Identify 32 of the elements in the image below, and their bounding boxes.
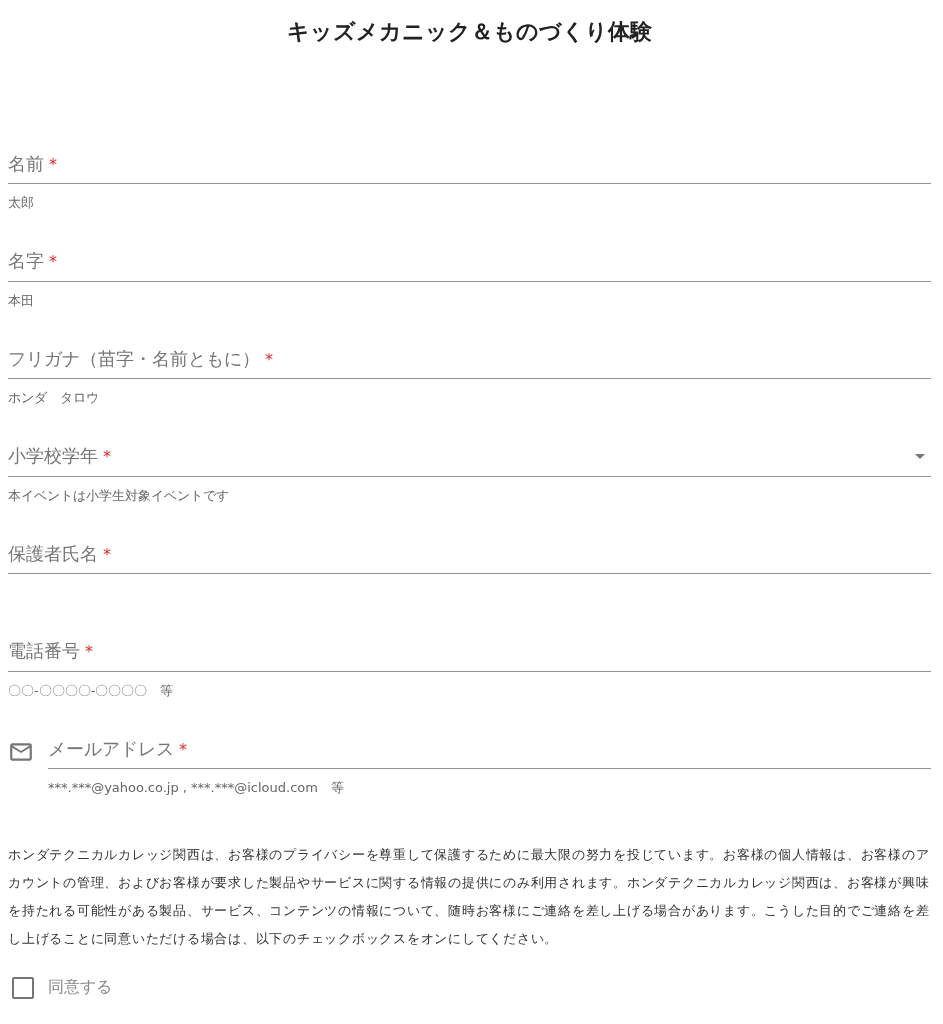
field-label: 名前 xyxy=(8,152,44,174)
field-label: メールアドレス xyxy=(48,737,174,759)
field-hint: 太郎 xyxy=(8,195,34,210)
required-mark: * xyxy=(85,642,93,661)
field-hint: 本田 xyxy=(8,292,34,308)
field-hint: 〇〇-〇〇〇〇-〇〇〇〇 等 xyxy=(8,682,174,698)
consent-label: 同意する xyxy=(48,977,112,998)
required-mark: * xyxy=(49,252,57,271)
input-field[interactable]: 小学校学年 * xyxy=(8,436,931,477)
required-mark: * xyxy=(49,154,57,174)
input-field[interactable]: 電話番号 * xyxy=(8,631,931,672)
input-field[interactable]: メールアドレス * xyxy=(48,729,931,769)
input-field[interactable]: 名字 * xyxy=(8,241,931,282)
required-mark: * xyxy=(103,447,111,466)
form-title: キッズメカニック＆ものづくり体験 xyxy=(286,18,653,46)
input-field[interactable]: フリガナ（苗字・名前ともに） * xyxy=(8,339,931,379)
field-label: 保護者氏名 xyxy=(8,542,98,564)
required-mark: * xyxy=(265,349,273,369)
field-hint: ホンダ タロウ xyxy=(8,390,99,405)
field-label: フリガナ（苗字・名前ともに） xyxy=(8,347,260,369)
consent-checkbox[interactable] xyxy=(12,976,34,999)
privacy-notice: ホンダテクニカルカレッジ関西は、お客様のプライバシーを尊重して保護するために最大限の努力を投じています。お客様の個人情報は、お客様のアカウントの管理、およびお客様が要求した製品やサービスに関する情報の提供にのみ利用されます。ホンダテクニカルカレッジ関西は、お客様が興味を持たれる可能性がある製品、サービス、コンテンツの情報について、随時お客様にご連絡を差し上げる場合があります。こうした目的でご連絡を差し上げることに同意いただける場合は、以下のチェックボックスをオンにしてください。 xyxy=(8,845,931,948)
required-mark: * xyxy=(179,739,187,759)
field-label: 小学校学年 xyxy=(8,445,98,466)
dropdown-icon xyxy=(915,453,925,459)
field-hint: ***.***@yahoo.co.jp , ***.***@icloud.com 等 xyxy=(48,780,344,795)
field-hint: 本イベントは小学生対象イベントです xyxy=(8,487,229,503)
required-mark: * xyxy=(103,544,111,564)
field-label: 電話番号 xyxy=(8,640,80,661)
input-field[interactable]: 保護者氏名 * xyxy=(8,534,931,574)
field-label: 名字 xyxy=(8,250,44,271)
input-field[interactable]: 名前 * xyxy=(8,144,931,184)
